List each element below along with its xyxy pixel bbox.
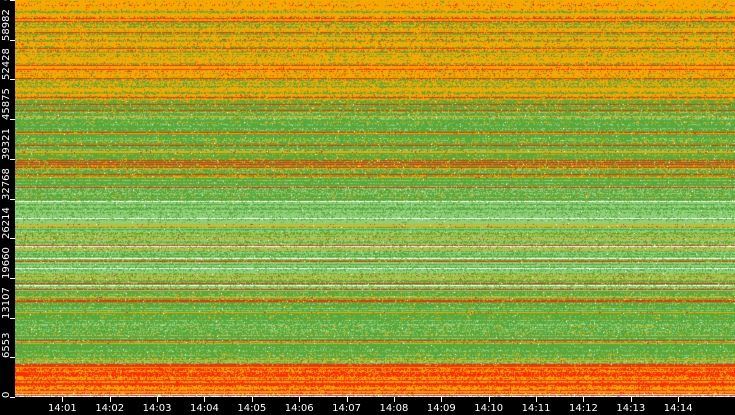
x-tick [441, 397, 443, 402]
x-tick-label: 14:07 [332, 403, 361, 414]
plot-area [15, 0, 735, 397]
x-tick [109, 397, 111, 402]
y-tick-label: 39321 [1, 127, 12, 160]
x-tick-label: 14:08 [379, 403, 409, 414]
x-tick [488, 397, 490, 402]
x-tick-label: 14:13 [616, 403, 646, 414]
x-tick [204, 397, 206, 402]
x-tick-label: 14:02 [95, 403, 125, 414]
x-tick [630, 397, 632, 402]
y-tick-label: 52428 [1, 48, 12, 81]
x-tick-label: 14:01 [47, 403, 77, 414]
x-tick-label: 14:09 [426, 403, 456, 414]
y-tick-label: 32768 [1, 167, 12, 200]
x-tick-label: 14:03 [142, 403, 172, 414]
x-tick [62, 397, 64, 402]
x-tick-label: 14:05 [237, 403, 267, 414]
x-tick [157, 397, 159, 402]
x-tick [678, 397, 680, 402]
port-activity-heatmap: 0 6553 13107 19660 26214 32768 39321 45875 52428… [0, 0, 735, 415]
x-tick-label: 14:10 [474, 403, 504, 414]
y-tick-label: 58982 [1, 8, 12, 41]
x-tick-label: 14:04 [190, 403, 219, 414]
y-tick-label: 65536 [1, 0, 12, 1]
y-tick-label: 6553 [1, 332, 12, 359]
x-tick-label: 14:14 [663, 403, 693, 414]
x-tick-label: 14:11 [521, 403, 551, 414]
y-tick-label: 0 [1, 391, 12, 398]
x-tick [393, 397, 395, 402]
x-tick [583, 397, 585, 402]
x-tick [346, 397, 348, 402]
y-tick-label: 13107 [1, 286, 12, 319]
heatmap-texture [15, 0, 735, 397]
x-tick [299, 397, 301, 402]
x-tick-label: 14:06 [284, 403, 314, 414]
y-tick-label: 26214 [1, 207, 12, 240]
x-tick [251, 397, 253, 402]
y-tick-label: 45875 [1, 88, 12, 121]
y-tick-label: 19660 [1, 247, 12, 279]
x-tick-label: 14:12 [568, 403, 598, 414]
x-tick [536, 397, 538, 402]
